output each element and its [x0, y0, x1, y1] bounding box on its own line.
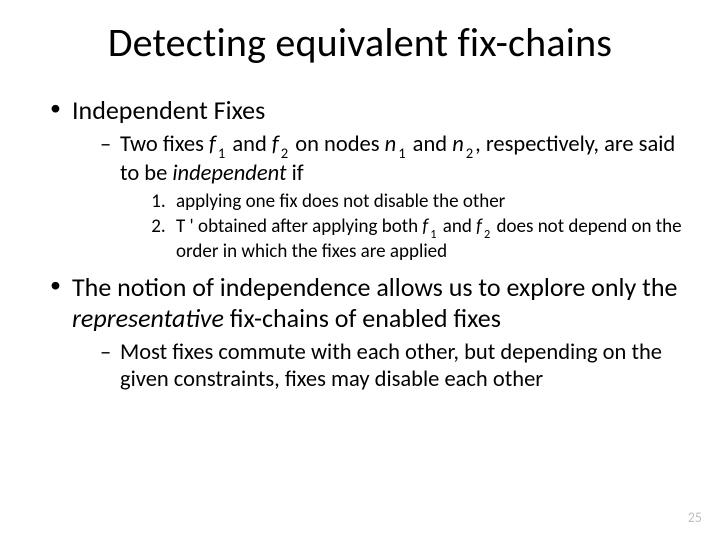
var-f: f [272, 131, 279, 158]
sub-2: 2 [464, 144, 475, 162]
ol-item-1: applying one fix does not disable the ot… [170, 191, 690, 213]
text: T ' obtained after applying both [176, 215, 422, 238]
ordered-list: applying one fix does not disable the ot… [120, 191, 690, 263]
text: if [287, 160, 304, 187]
text: The notion of independence allows us to … [72, 271, 677, 303]
bullet-independence-notion: The notion of independence allows us to … [50, 272, 690, 393]
bullet-label: Independent Fixes [72, 94, 265, 126]
slide-body: Independent Fixes Two fixes f1 and f2 on… [0, 95, 720, 393]
var-n: n [452, 131, 464, 158]
sub-1: 1 [216, 144, 227, 162]
text: and [438, 215, 476, 238]
bullet-independent-fixes: Independent Fixes Two fixes f1 and f2 on… [50, 95, 690, 264]
sub-bullet-commute: Most fixes commute with each other, but … [100, 340, 690, 393]
slide-title: Detecting equivalent fix-chains [0, 0, 720, 77]
text: and [408, 131, 453, 158]
term-representative: representative [72, 302, 224, 334]
sub-2: 2 [482, 227, 492, 242]
sub-bullet-definition: Two fixes f1 and f2 on nodes n1 and n2, … [100, 132, 690, 263]
sub-list: Two fixes f1 and f2 on nodes n1 and n2, … [72, 132, 690, 263]
text: and [227, 131, 272, 158]
page-number: 25 [688, 509, 702, 526]
bullet-list: Independent Fixes Two fixes f1 and f2 on… [30, 95, 690, 393]
var-n: n [385, 131, 397, 158]
ol-item-2: T ' obtained after applying both f1 and … [170, 216, 690, 264]
sub-2: 2 [279, 144, 290, 162]
var-f: f [209, 131, 216, 158]
text: Two fixes [120, 131, 209, 158]
sub-1: 1 [396, 144, 407, 162]
slide: Detecting equivalent fix-chains Independ… [0, 0, 720, 540]
term-independent: independent [172, 160, 286, 187]
text: fix-chains of enabled fixes [224, 302, 501, 334]
sub-list: Most fixes commute with each other, but … [72, 340, 690, 393]
sub-1: 1 [428, 227, 438, 242]
text: on nodes [290, 131, 384, 158]
